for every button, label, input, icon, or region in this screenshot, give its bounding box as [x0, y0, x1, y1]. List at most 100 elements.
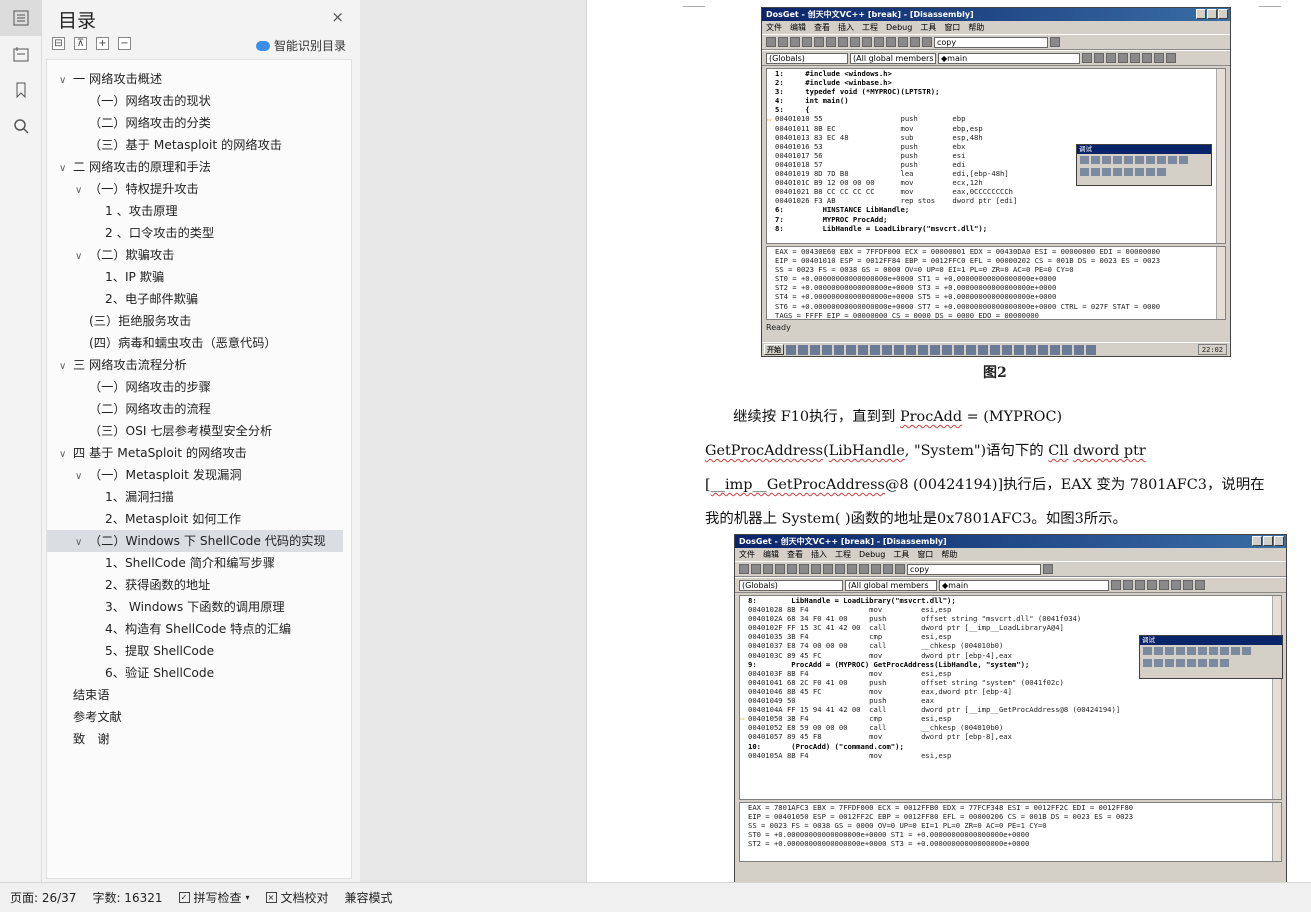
paragraph-text: ProcAdd	[899, 409, 963, 425]
toc-item[interactable]: 1、漏洞扫描	[47, 486, 343, 508]
bookmark-icon[interactable]	[0, 72, 42, 108]
collapse-all-button[interactable]: ⊟	[52, 37, 65, 50]
toc-item[interactable]: （三）OSI 七层参考模型安全分析	[47, 420, 343, 442]
current-instruction-arrow-icon: ⇨	[740, 714, 745, 724]
template-icon[interactable]	[0, 36, 42, 72]
toc-item[interactable]: ∨ （二）Windows 下 ShellCode 代码的实现	[47, 530, 343, 552]
toc-item[interactable]: 2、电子邮件欺骗	[47, 288, 343, 310]
start-button: 开始	[764, 344, 784, 355]
source-line: 8: LibHandle = LoadLibrary("msvcrt.dll")…	[748, 596, 956, 605]
chevron-down-icon[interactable]: ∨	[59, 70, 73, 92]
source-line: 10: (ProcAdd) ("command.com");	[748, 741, 904, 751]
collapse-up-button[interactable]: ⊼	[74, 37, 87, 50]
toc-item[interactable]: （一）网络攻击的步骤	[47, 376, 343, 398]
proofread-button[interactable]: × 文档校对	[265, 889, 329, 906]
toc-item[interactable]: 3、 Windows 下函数的调用原理	[47, 596, 343, 618]
proofread-label: 文档校对	[280, 891, 329, 905]
chevron-down-icon[interactable]: ∨	[75, 466, 89, 488]
source-line: 7: MYPROC ProcAdd;	[775, 214, 888, 224]
toc-item[interactable]: 6、验证 ShellCode	[47, 662, 343, 684]
find-combo: copy	[934, 36, 1048, 48]
menu-item: 帮助	[941, 550, 958, 559]
close-icon	[1218, 9, 1228, 19]
paragraph-text: = (MYPROC)	[962, 409, 1063, 425]
toc-item[interactable]: （三）基于 Metasploit 的网络攻击	[47, 134, 343, 156]
find-combo: copy	[907, 563, 1041, 575]
toc-item[interactable]: 4、构造有 ShellCode 特点的汇编	[47, 618, 343, 640]
asm-line: 0040102F FF 15 3C 41 42 00 call dword pt…	[748, 623, 1064, 633]
remove-heading-button[interactable]: −	[118, 37, 131, 50]
debug-toolbar-title: 调试	[1140, 636, 1282, 645]
search-icon[interactable]	[0, 108, 42, 144]
toc-item[interactable]: ∨ 三 网络攻击流程分析	[47, 354, 343, 376]
toc-item[interactable]: (三）拒绝服务攻击	[47, 310, 343, 332]
toc-item-label: 3、 Windows 下函数的调用原理	[105, 600, 285, 614]
asm-line: 00401057 89 45 F8 mov dword ptr [ebp-8],…	[748, 732, 1012, 742]
toc-item[interactable]: ∨ （一）Metasploit 发现漏洞	[47, 464, 343, 486]
paragraph-text: LibHandle	[828, 443, 905, 459]
toc-item[interactable]: （二）网络攻击的流程	[47, 398, 343, 420]
page-corner-mark	[1259, 6, 1281, 7]
toc-item[interactable]: 结束语	[47, 684, 343, 706]
registers-pane: EAX = 7801AFC3 EBX = 7FFDF000 ECX = 0012…	[739, 802, 1282, 862]
register-line: EAX = 7801AFC3 EBX = 7FFDF000 ECX = 0012…	[748, 803, 1134, 812]
toolbar: copy	[762, 34, 1230, 50]
function-combo: ◆main	[938, 52, 1080, 64]
spell-check-button[interactable]: ✓ 拼写检查 ▾	[178, 889, 250, 906]
wizard-bar: (Globals) (All global members ◆main	[735, 577, 1286, 593]
wizard-bar: (Globals) (All global members ◆main	[762, 50, 1230, 66]
toc-item-label: 6、验证 ShellCode	[105, 666, 215, 680]
source-line: 4: int main()	[775, 96, 849, 106]
minimize-icon	[1196, 9, 1206, 19]
toc-item-label: 1、漏洞扫描	[105, 490, 174, 504]
toc-item[interactable]: （二）网络攻击的分类	[47, 112, 343, 134]
chevron-down-icon[interactable]: ∨	[59, 444, 73, 466]
menu-item: 文件	[766, 23, 782, 32]
add-heading-button[interactable]: +	[96, 37, 109, 50]
toc-item[interactable]: 2 、口令攻击的类型	[47, 222, 343, 244]
toc-item[interactable]: ∨ （一）特权提升攻击	[47, 178, 343, 200]
register-line: ST2 = +0.00000000000000000e+0000 ST3 = +…	[748, 839, 1030, 849]
current-instruction-arrow-icon: ⇨	[767, 114, 772, 124]
toc-item[interactable]: (四）病毒和蠕虫攻击（恶意代码）	[47, 332, 343, 354]
asm-line: 00401011 8B EC mov ebp,esp	[775, 123, 983, 133]
toc-item[interactable]: 2、Metasploit 如何工作	[47, 508, 343, 530]
word-count[interactable]: 字数: 16321	[92, 889, 162, 906]
debug-toolbar: 调试	[1139, 635, 1283, 679]
toc-item[interactable]: 5、提取 ShellCode	[47, 640, 343, 662]
chevron-down-icon[interactable]: ∨	[75, 532, 89, 554]
toc-item-label: 1 、攻击原理	[105, 204, 178, 218]
toc-item-label: 4、构造有 ShellCode 特点的汇编	[105, 622, 292, 636]
toc-item[interactable]: 1 、攻击原理	[47, 200, 343, 222]
toc-item[interactable]: ∨ 二 网络攻击的原理和手法	[47, 156, 343, 178]
chevron-down-icon[interactable]: ∨	[75, 246, 89, 268]
toc-item[interactable]: 1、IP 欺骗	[47, 266, 343, 288]
toc-item[interactable]: 致 谢	[47, 728, 343, 750]
toc-item[interactable]: 2、获得函数的地址	[47, 574, 343, 596]
paragraph-text: __imp__GetProcAddress	[710, 477, 885, 493]
toc-item-label: 一 网络攻击概述	[73, 72, 163, 86]
close-icon[interactable]: ×	[331, 8, 344, 26]
toolbar: copy	[735, 561, 1286, 577]
asm-line: 00401052 E8 59 00 00 00 call __chkesp (0…	[748, 723, 1004, 733]
toc-list: ∨ 一 网络攻击概述 （一）网络攻击的现状 （二）网络攻击的分类 （三）基于 Metas…	[46, 59, 352, 879]
toc-item[interactable]: ∨ 一 网络攻击概述	[47, 68, 343, 90]
toc-item[interactable]: ∨ （二）欺骗攻击	[47, 244, 343, 266]
toc-item[interactable]: ∨ 四 基于 MetaSploit 的网络攻击	[47, 442, 343, 464]
toc-item[interactable]: （一）网络攻击的现状	[47, 90, 343, 112]
chevron-down-icon[interactable]: ∨	[59, 158, 73, 180]
toc-item-label: （二）网络攻击的流程	[89, 402, 211, 416]
page-indicator[interactable]: 页面: 26/37	[10, 889, 76, 906]
proofread-icon: ×	[265, 892, 277, 903]
register-line: SS = 0023 FS = 0038 GS = 0000 OV=0 UP=0 …	[748, 821, 1047, 831]
toc-item[interactable]: 1、ShellCode 简介和编写步骤	[47, 552, 343, 574]
toc-item[interactable]: 参考文献	[47, 706, 343, 728]
toc-icon[interactable]	[0, 0, 42, 36]
chevron-down-icon[interactable]: ∨	[75, 180, 89, 202]
smart-toc-button[interactable]: 智能识别目录	[255, 37, 346, 54]
menu-item: 文件	[739, 550, 755, 559]
toc-item-label: 结束语	[73, 688, 110, 702]
asm-line: 00401046 8B 45 FC mov eax,dword ptr [ebp…	[748, 686, 1012, 696]
menu-item: Debug	[886, 23, 913, 32]
chevron-down-icon[interactable]: ∨	[59, 356, 73, 378]
